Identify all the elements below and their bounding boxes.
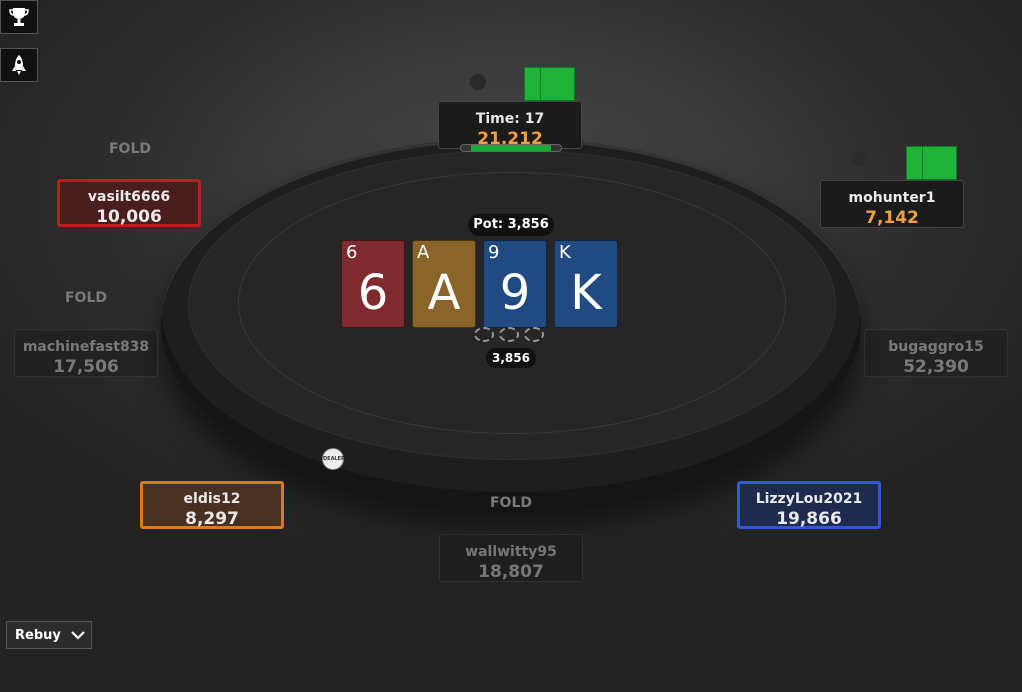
card-rank: 9 xyxy=(499,265,531,321)
fold-label: FOLD xyxy=(64,290,107,306)
seat-lizzylou2021[interactable]: LizzyLou2021 19,866 xyxy=(737,481,881,529)
seat-eldis12[interactable]: eldis12 8,297 xyxy=(140,481,284,529)
card-rank: A xyxy=(427,265,461,321)
board-card: 9 9 xyxy=(483,240,547,328)
rocket-icon xyxy=(12,55,26,75)
seat-mohunter1[interactable]: mohunter1 7,142 xyxy=(820,180,964,228)
player-name: wallwitty95 xyxy=(465,544,557,560)
seat-wallwitty95[interactable]: wallwitty95 18,807 xyxy=(439,534,583,582)
fold-label: FOLD xyxy=(489,495,532,511)
turn-timer-fill xyxy=(471,145,551,151)
rocket-button[interactable] xyxy=(0,48,38,82)
background-dot xyxy=(470,74,486,90)
background-dot xyxy=(852,152,866,166)
player-stack: 10,006 xyxy=(96,207,162,227)
turn-timer-label: Time: 17 xyxy=(475,111,545,127)
seat-machinefast838[interactable]: machinefast838 17,506 xyxy=(14,329,158,377)
player-stack: 17,506 xyxy=(53,357,119,377)
card-rank: 6 xyxy=(357,265,389,321)
player-name: eldis12 xyxy=(183,491,241,507)
trophy-button[interactable] xyxy=(0,0,38,34)
card-rank: K xyxy=(570,265,602,321)
chevron-down-icon xyxy=(71,631,85,640)
player-stack: 52,390 xyxy=(903,357,969,377)
board-card: K K xyxy=(554,240,618,328)
seat-bugaggro15[interactable]: bugaggro15 52,390 xyxy=(864,329,1008,377)
chip-icon xyxy=(499,327,519,342)
player-name: machinefast838 xyxy=(22,339,150,355)
board-card: A A xyxy=(412,240,476,328)
player-name: bugaggro15 xyxy=(888,339,984,355)
trophy-icon xyxy=(9,8,29,26)
chip-icon xyxy=(474,327,494,342)
player-stack: 19,866 xyxy=(776,509,842,529)
hole-card-back xyxy=(540,67,575,101)
board-card: 6 6 xyxy=(341,240,405,328)
pot-label: Pot: 3,856 xyxy=(468,214,554,236)
player-name: vasilt6666 xyxy=(87,189,171,205)
seat-active-player[interactable]: Time: 17 21,212 xyxy=(438,101,582,149)
card-rank-corner: 6 xyxy=(346,242,358,263)
dealer-button: DEALER xyxy=(322,448,345,470)
player-name: LizzyLou2021 xyxy=(755,491,863,507)
pot-chip-amount: 3,856 xyxy=(486,348,536,368)
seat-vasilt6666[interactable]: vasilt6666 10,006 xyxy=(57,179,201,227)
rebuy-label: Rebuy xyxy=(15,627,61,643)
player-name: mohunter1 xyxy=(848,190,936,206)
card-rank-corner: 9 xyxy=(488,242,500,263)
card-rank-corner: A xyxy=(417,242,430,263)
card-rank-corner: K xyxy=(559,242,571,263)
player-stack: 8,297 xyxy=(185,509,239,529)
player-stack: 18,807 xyxy=(478,562,544,582)
chip-icon xyxy=(524,327,544,342)
rebuy-dropdown[interactable]: Rebuy xyxy=(6,621,92,649)
fold-label: FOLD xyxy=(108,141,151,157)
player-stack: 7,142 xyxy=(865,208,919,228)
turn-timer-bar xyxy=(460,144,562,152)
hole-card-back xyxy=(922,146,957,180)
